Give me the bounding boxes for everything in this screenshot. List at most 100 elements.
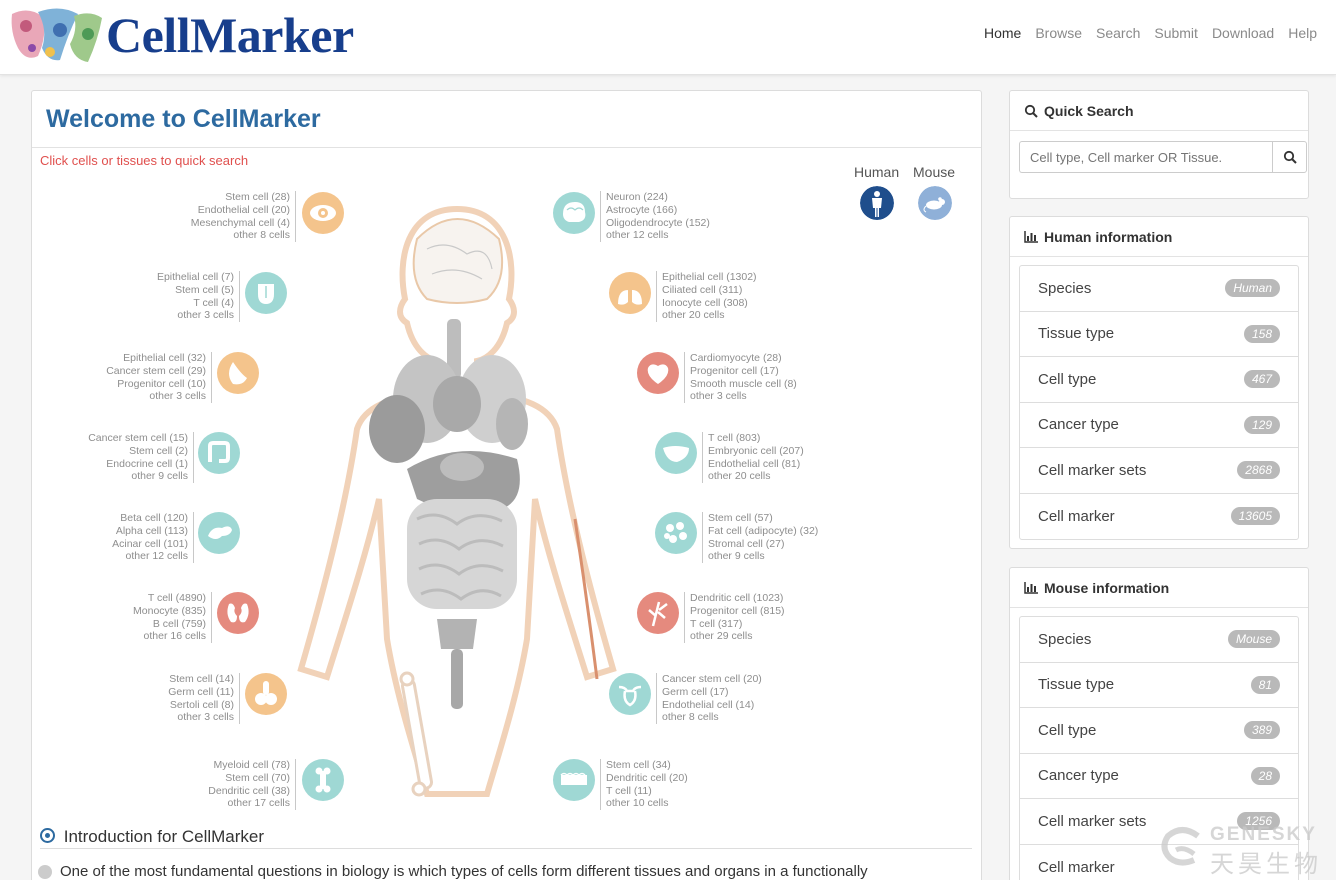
organ-cell-line[interactable]: Cancer stem cell (29) (82, 365, 206, 378)
skin-icon[interactable] (553, 759, 595, 801)
organ-cell-line[interactable]: Stem cell (5) (132, 284, 234, 297)
organ-cell-line[interactable]: other 20 cells (662, 309, 757, 322)
eye-cell-list[interactable]: Stem cell (28) Endothelial cell (20) Mes… (182, 191, 296, 243)
liver-icon[interactable] (655, 432, 697, 474)
organ-cell-line[interactable]: Germ cell (11) (142, 686, 234, 699)
uterus-cell-list[interactable]: Cancer stem cell (20) Germ cell (17) End… (656, 673, 762, 725)
organ-cell-line[interactable]: other 10 cells (606, 797, 688, 810)
intestine-icon[interactable] (198, 432, 240, 474)
list-item[interactable]: Cell type 467 (1020, 357, 1298, 403)
nav-help[interactable]: Help (1281, 24, 1324, 42)
kidney-icon[interactable] (217, 592, 259, 634)
organ-cell-line[interactable]: Stem cell (57) (708, 512, 818, 525)
organ-cell-line[interactable]: Epithelial cell (7) (132, 271, 234, 284)
adipose-cell-list[interactable]: Stem cell (57) Fat cell (adipocyte) (32)… (702, 512, 818, 564)
organ-cell-line[interactable]: other 29 cells (690, 630, 785, 643)
organ-cell-line[interactable]: Endothelial cell (14) (662, 699, 762, 712)
organ-cell-line[interactable]: Progenitor cell (815) (690, 605, 785, 618)
organ-cell-line[interactable]: Acinar cell (101) (92, 538, 188, 551)
organ-cell-line[interactable]: T cell (11) (606, 785, 688, 798)
organ-cell-line[interactable]: other 12 cells (606, 229, 710, 242)
list-item[interactable]: Cancer type 28 (1020, 754, 1298, 799)
organ-cell-line[interactable]: other 12 cells (92, 550, 188, 563)
bone-cell-list[interactable]: Myeloid cell (78) Stem cell (70) Dendrit… (182, 759, 296, 811)
organ-cell-line[interactable]: Astrocyte (166) (606, 204, 710, 217)
lung-cell-list[interactable]: Epithelial cell (1302) Ciliated cell (31… (656, 271, 757, 323)
organ-cell-line[interactable]: Embryonic cell (207) (708, 445, 804, 458)
organ-cell-line[interactable]: other 9 cells (70, 470, 188, 483)
human-species-icon[interactable] (860, 186, 894, 220)
organ-cell-line[interactable]: Stromal cell (27) (708, 538, 818, 551)
kidney-cell-list[interactable]: T cell (4890) Monocyte (835) B cell (759… (112, 592, 212, 644)
list-item[interactable]: Cell type 389 (1020, 708, 1298, 754)
organ-cell-line[interactable]: T cell (803) (708, 432, 804, 445)
organ-cell-line[interactable]: Endothelial cell (20) (182, 204, 290, 217)
organ-cell-line[interactable]: Germ cell (17) (662, 686, 762, 699)
logo-cells-icon[interactable] (8, 4, 104, 64)
tongue-cell-list[interactable]: Epithelial cell (7) Stem cell (5) T cell… (132, 271, 240, 323)
pancreas-cell-list[interactable]: Beta cell (120) Alpha cell (113) Acinar … (92, 512, 194, 564)
organ-cell-line[interactable]: Stem cell (28) (182, 191, 290, 204)
organ-cell-line[interactable]: other 16 cells (112, 630, 206, 643)
organ-cell-line[interactable]: Cancer stem cell (15) (70, 432, 188, 445)
vessel-icon[interactable] (637, 592, 679, 634)
organ-cell-line[interactable]: Dendritic cell (38) (182, 785, 290, 798)
organ-cell-line[interactable]: Progenitor cell (17) (690, 365, 797, 378)
organ-cell-line[interactable]: Alpha cell (113) (92, 525, 188, 538)
nav-download[interactable]: Download (1205, 24, 1281, 42)
organ-cell-line[interactable]: other 20 cells (708, 470, 804, 483)
organ-cell-line[interactable]: Epithelial cell (32) (82, 352, 206, 365)
organ-cell-line[interactable]: Stem cell (34) (606, 759, 688, 772)
organ-cell-line[interactable]: Dendritic cell (1023) (690, 592, 785, 605)
organ-cell-line[interactable]: Myeloid cell (78) (182, 759, 290, 772)
nav-submit[interactable]: Submit (1147, 24, 1205, 42)
organ-cell-line[interactable]: Monocyte (835) (112, 605, 206, 618)
organ-cell-line[interactable]: Progenitor cell (10) (82, 378, 206, 391)
nav-home[interactable]: Home (977, 24, 1028, 42)
mouse-species-icon[interactable] (918, 186, 952, 220)
organ-cell-line[interactable]: T cell (4890) (112, 592, 206, 605)
uterus-icon[interactable] (609, 673, 651, 715)
organ-cell-line[interactable]: Dendritic cell (20) (606, 772, 688, 785)
organ-cell-line[interactable]: T cell (4) (132, 297, 234, 310)
testis-icon[interactable] (245, 673, 287, 715)
organ-cell-line[interactable]: other 3 cells (82, 390, 206, 403)
list-item[interactable]: Tissue type 158 (1020, 312, 1298, 357)
organ-cell-line[interactable]: Smooth muscle cell (8) (690, 378, 797, 391)
organ-cell-line[interactable]: other 9 cells (708, 550, 818, 563)
organ-cell-line[interactable]: Ciliated cell (311) (662, 284, 757, 297)
organ-cell-line[interactable]: Endocrine cell (1) (70, 458, 188, 471)
brain-cell-list[interactable]: Neuron (224) Astrocyte (166) Oligodendro… (600, 191, 710, 243)
organ-cell-line[interactable]: other 8 cells (182, 229, 290, 242)
search-button[interactable] (1272, 141, 1307, 173)
testis-cell-list[interactable]: Stem cell (14) Germ cell (11) Sertoli ce… (142, 673, 240, 725)
organ-cell-line[interactable]: Stem cell (2) (70, 445, 188, 458)
skin-cell-list[interactable]: Stem cell (34) Dendritic cell (20) T cel… (600, 759, 688, 811)
list-item[interactable]: Tissue type 81 (1020, 663, 1298, 708)
organ-cell-line[interactable]: other 3 cells (132, 309, 234, 322)
breast-icon[interactable] (217, 352, 259, 394)
list-item[interactable]: Cell marker 13605 (1020, 494, 1298, 540)
organ-cell-line[interactable]: B cell (759) (112, 618, 206, 631)
organ-cell-line[interactable]: Ionocyte cell (308) (662, 297, 757, 310)
list-item[interactable]: Cell marker sets 2868 (1020, 448, 1298, 494)
nav-search[interactable]: Search (1089, 24, 1147, 42)
pancreas-icon[interactable] (198, 512, 240, 554)
bone-icon[interactable] (302, 759, 344, 801)
eye-icon[interactable] (302, 192, 344, 234)
organ-cell-line[interactable]: other 3 cells (142, 711, 234, 724)
organ-cell-line[interactable]: Cancer stem cell (20) (662, 673, 762, 686)
site-logo-text[interactable]: CellMarker (106, 6, 354, 64)
nav-browse[interactable]: Browse (1028, 24, 1089, 42)
list-item[interactable]: Species Human (1020, 266, 1298, 312)
list-item[interactable]: Species Mouse (1020, 617, 1298, 663)
organ-cell-line[interactable]: Neuron (224) (606, 191, 710, 204)
list-item[interactable]: Cancer type 129 (1020, 403, 1298, 448)
organ-cell-line[interactable]: other 3 cells (690, 390, 797, 403)
organ-cell-line[interactable]: other 8 cells (662, 711, 762, 724)
adipose-icon[interactable] (655, 512, 697, 554)
breast-cell-list[interactable]: Epithelial cell (32) Cancer stem cell (2… (82, 352, 212, 404)
organ-cell-line[interactable]: Stem cell (14) (142, 673, 234, 686)
tongue-icon[interactable] (245, 272, 287, 314)
organ-cell-line[interactable]: Stem cell (70) (182, 772, 290, 785)
